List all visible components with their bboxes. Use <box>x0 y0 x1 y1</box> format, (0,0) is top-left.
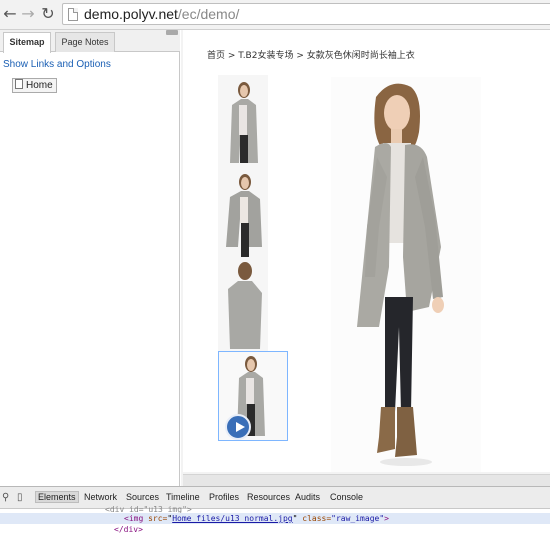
sitemap-sidebar: Sitemap Page Notes Show Links and Option… <box>0 30 180 486</box>
devtools-tab-sources[interactable]: Sources <box>126 492 159 502</box>
page-viewport: 首页 > T.B2女装专场 > 女款灰色休闲时尚长袖上衣 <box>181 30 550 486</box>
browser-toolbar: ← → ↻ demo.polyv.net/ec/demo/ <box>0 0 550 30</box>
code-line-img-selected[interactable]: <img src="Home_files/u13_normal.jpg" cla… <box>0 513 550 524</box>
thumbnail-4[interactable] <box>218 351 288 441</box>
thumbnail-3[interactable] <box>218 259 268 351</box>
url-host: demo.polyv.net <box>84 6 178 22</box>
page-icon <box>68 8 78 21</box>
thumbnail-2[interactable] <box>218 167 268 259</box>
page-icon <box>15 79 23 89</box>
devtools-tab-profiles[interactable]: Profiles <box>209 492 239 502</box>
main-product-image <box>331 77 481 472</box>
devtools-tab-network[interactable]: Network <box>84 492 117 502</box>
devtools-tab-timeline[interactable]: Timeline <box>166 492 200 502</box>
reload-icon[interactable]: ↻ <box>38 4 58 24</box>
url-path: /ec/demo/ <box>177 6 240 22</box>
url-text[interactable]: demo.polyv.net/ec/demo/ <box>84 6 239 22</box>
devtools-toolbar: ⚲ ▯ Elements Network Sources Timeline Pr… <box>0 487 550 509</box>
devtools-tab-resources[interactable]: Resources <box>247 492 290 502</box>
thumbnail-1[interactable] <box>218 75 268 167</box>
address-bar[interactable]: demo.polyv.net/ec/demo/ <box>62 3 550 25</box>
collapse-handle[interactable] <box>166 30 178 35</box>
sitemap-item-home[interactable]: Home <box>12 78 57 93</box>
code-attr-src: src= <box>148 514 168 523</box>
code-class-value: "raw_image" <box>331 514 385 523</box>
code-src-link[interactable]: Home_files/u13_normal.jpg <box>172 514 292 523</box>
play-button-icon[interactable] <box>225 414 251 440</box>
devtools-tab-console[interactable]: Console <box>330 492 363 502</box>
code-tag-close: > <box>384 514 389 523</box>
back-arrow-icon[interactable]: ← <box>0 4 20 24</box>
devtools-panel: ⚲ ▯ Elements Network Sources Timeline Pr… <box>0 486 550 536</box>
devtools-tab-elements[interactable]: Elements <box>35 491 79 503</box>
code-tag: <img <box>124 514 144 523</box>
code-line-close-div[interactable]: </div> <box>114 525 143 534</box>
breadcrumb[interactable]: 首页 > T.B2女装专场 > 女款灰色休闲时尚长袖上衣 <box>207 48 415 61</box>
page-canvas: 首页 > T.B2女装专场 > 女款灰色休闲时尚长袖上衣 <box>183 30 550 472</box>
code-attr-class: class= <box>302 514 332 523</box>
devtools-tab-audits[interactable]: Audits <box>295 492 320 502</box>
horizontal-scrollbar[interactable] <box>183 474 550 486</box>
forward-arrow-icon[interactable]: → <box>18 4 38 24</box>
search-icon[interactable]: ⚲ <box>2 492 9 503</box>
tab-sitemap[interactable]: Sitemap <box>3 32 51 53</box>
sitemap-item-label: Home <box>26 80 53 91</box>
sidebar-tabs: Sitemap Page Notes <box>0 30 180 53</box>
show-links-link[interactable]: Show Links and Options <box>3 59 111 70</box>
device-mode-icon[interactable]: ▯ <box>17 492 23 503</box>
tab-page-notes[interactable]: Page Notes <box>55 32 115 52</box>
